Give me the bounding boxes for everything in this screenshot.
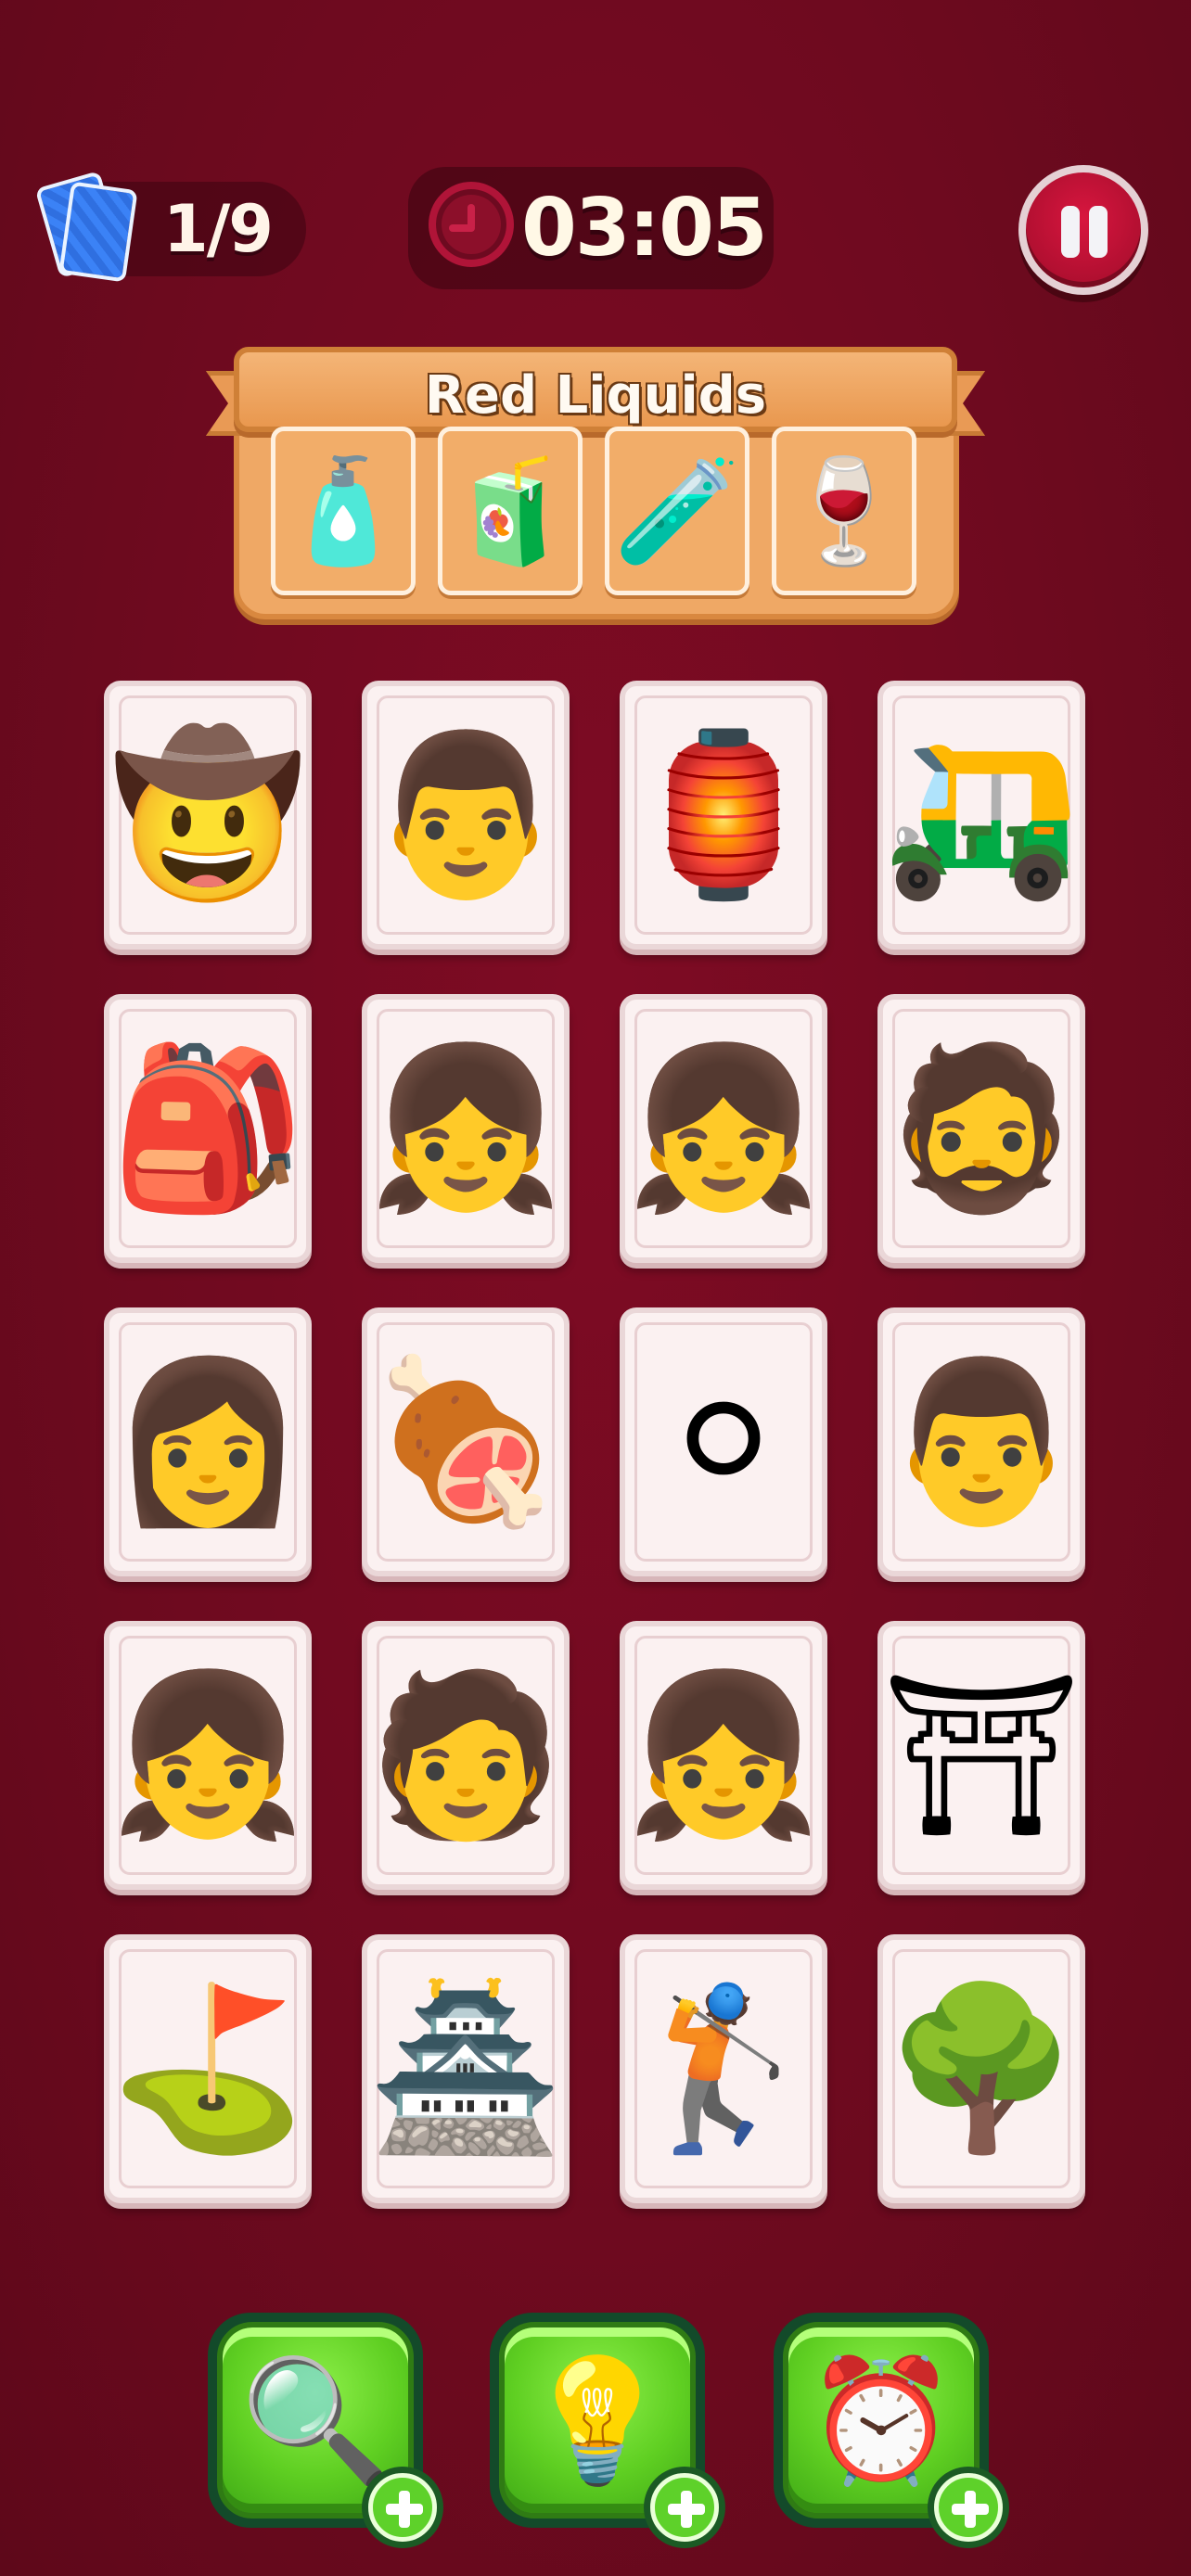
deck-count: 1/9 [163,191,274,267]
clock-icon [429,182,514,267]
card-golf-bag[interactable]: 🎒 [104,994,312,1263]
putting-green-icon: ⛳ [109,1977,306,2161]
cards-icon [34,171,148,286]
card-cowboy-bearded-man[interactable]: 🧔 [877,994,1085,1263]
medicine-bottle-icon: 🧴 [279,452,407,570]
plus-icon [934,2473,1003,2542]
category-title: Red Liquids [424,365,767,426]
golf-cart-icon: 🛺 [883,723,1080,907]
wine-glass-icon: 🍷 [780,452,908,570]
magnifier-booster-button[interactable]: 🔍 [208,2313,443,2548]
card-bonsai-tree[interactable]: 🌳 [877,1934,1085,2203]
card-stone-lantern[interactable]: 🏮 [620,681,827,950]
card-barbecue-grill[interactable]: 🍖 [362,1307,570,1576]
slot-apple-juice-bottle[interactable]: 🧃 [438,427,583,595]
pause-icon-bar [1089,206,1108,258]
card-cowboy-long-hair[interactable]: 🧑 [362,1621,570,1890]
magnifier-icon: 🔍 [240,2350,391,2491]
cowboy-man-icon: 🧔 [883,1037,1080,1220]
cowboy-man-icon: 👨 [883,1350,1080,1534]
juice-bottle-icon: 🧃 [446,452,574,570]
ribbon-band: Red Liquids [234,347,957,432]
card-golfer-woman-cap[interactable]: 🏌 [620,1934,827,2203]
bonsai-tree-icon: 🌳 [883,1977,1080,2161]
cowboy-man-icon: 🧑 [367,1664,564,1847]
bunny-girl-icon: 👧 [625,1037,822,1220]
torii-gate-icon: ⛩ [881,1664,1082,1847]
card-bunny-girl-black-hair[interactable]: 👧 [104,1621,312,1890]
card-cowboy-man-glasses[interactable]: 👨 [362,681,570,950]
card-cowboy-hat[interactable]: 🤠 [104,681,312,950]
add-time-button[interactable] [928,2467,1009,2548]
card-golf-cart[interactable]: 🛺 [877,681,1085,950]
slot-red-wine-glass[interactable]: 🍷 [772,427,916,595]
golf-bag-icon: 🎒 [109,1037,306,1220]
card-torii-gate[interactable]: ⛩ [877,1621,1085,1890]
plus-icon [650,2473,719,2542]
golf-ball-icon: ⚪ [657,1350,790,1534]
golfer-woman-icon: 🏌 [625,1977,822,2161]
card-japanese-pagoda[interactable]: 🏯 [362,1934,570,2203]
alarm-clock-icon: ⏰ [806,2350,956,2491]
plus-icon [368,2473,437,2542]
add-hint-button[interactable] [644,2467,725,2548]
pause-icon [1061,206,1080,258]
pause-button[interactable] [1018,165,1148,295]
stone-lantern-icon: 🏮 [625,723,822,907]
cowboy-man-icon: 👨 [367,723,564,907]
bunny-girl-icon: 👧 [625,1664,822,1847]
card-bunny-girl-red-hair[interactable]: 👧 [362,994,570,1263]
card-cowboy-man-dark[interactable]: 👨 [877,1307,1085,1576]
lightbulb-icon: 💡 [522,2350,672,2491]
time-booster-button[interactable]: ⏰ [774,2313,1009,2548]
golfer-woman-icon: 👩 [109,1350,306,1534]
timer-text: 03:05 [521,182,768,274]
slot-perfume-bottle[interactable]: 🧪 [605,427,749,595]
card-bunny-girl-blonde[interactable]: 👧 [620,1621,827,1890]
card-golf-ball[interactable]: ⚪ [620,1307,827,1576]
bunny-girl-icon: 👧 [109,1664,306,1847]
barbecue-grill-icon: 🍖 [367,1350,564,1534]
slot-medicine-bottle[interactable]: 🧴 [271,427,416,595]
cowboy-hat-icon: 🤠 [109,723,306,907]
card-bunny-girl-dark[interactable]: 👧 [620,994,827,1263]
card-golfer-woman[interactable]: 👩 [104,1307,312,1576]
add-magnifier-button[interactable] [362,2467,443,2548]
card-putting-green[interactable]: ⛳ [104,1934,312,2203]
hint-booster-button[interactable]: 💡 [490,2313,725,2548]
perfume-bottle-icon: 🧪 [613,452,741,570]
bunny-girl-icon: 👧 [367,1037,564,1220]
pagoda-icon: 🏯 [367,1977,564,2161]
card-front-icon [58,181,138,283]
